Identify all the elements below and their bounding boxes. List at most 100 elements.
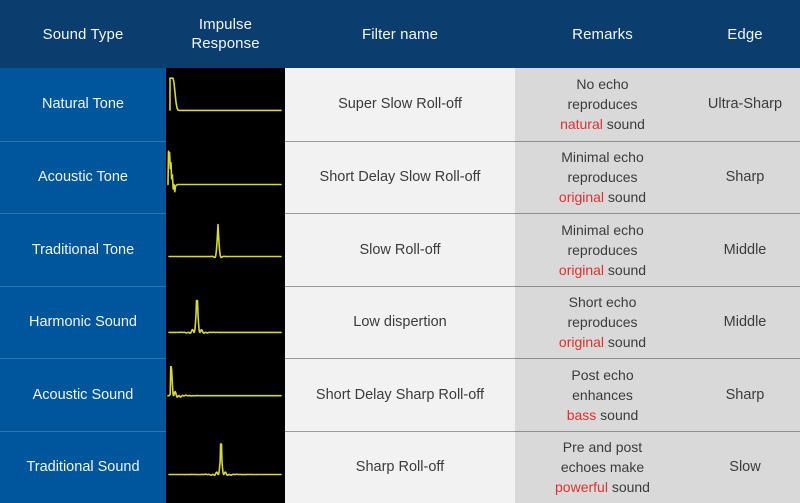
remarks-highlight-word: natural	[560, 116, 603, 133]
waveform-pre-and-post-ringing	[166, 431, 285, 503]
remarks-line: Minimal echo	[561, 221, 644, 238]
remarks-line: echoes make	[560, 459, 645, 476]
cell-remarks: Post echo enhances bass sound	[515, 358, 690, 431]
remarks-line: reproduces	[567, 241, 638, 258]
sound-type-label: Acoustic Tone	[37, 169, 128, 186]
cell-edge: Sharp	[690, 358, 800, 431]
cell-filter-name: Sharp Roll-off	[285, 430, 515, 503]
waveform-post-ringing-decay	[166, 358, 285, 431]
table-row: Traditional Tone Slow Roll-off Minimal ech…	[0, 213, 800, 286]
column-header-impulse-line1: Impulse	[198, 16, 253, 33]
remarks-line: reproduces	[567, 96, 638, 113]
remarks-line: reproduces	[567, 314, 638, 331]
edge-label: Sharp	[725, 169, 765, 186]
table-body: Natural Tone Super Slow Roll-off No echo re…	[0, 68, 800, 503]
remarks-highlight-line: natural sound	[560, 114, 645, 134]
cell-impulse-response	[166, 68, 285, 141]
waveform-short-ringing-both-sides	[166, 286, 285, 359]
remarks-highlight-suffix: sound	[602, 116, 645, 133]
filter-name-label: Slow Roll-off	[359, 241, 441, 258]
cell-edge: Slow	[690, 430, 800, 503]
table-row: Acoustic Tone Short Delay Slow Roll-off Mi…	[0, 140, 800, 214]
cell-remarks: Minimal echo reproduces original sound	[515, 213, 690, 286]
cell-sound-type: Harmonic Sound	[0, 285, 166, 358]
edge-label: Middle	[723, 314, 767, 331]
remarks-highlight-suffix: sound	[596, 406, 639, 423]
column-header-sound-type: Sound Type	[0, 0, 166, 68]
filter-name-label: Low dispertion	[353, 314, 447, 331]
remarks-highlight-word: powerful	[555, 479, 608, 496]
cell-edge: Sharp	[690, 140, 800, 213]
sound-type-label: Natural Tone	[42, 96, 124, 113]
column-header-remarks: Remarks	[515, 0, 690, 68]
cell-edge: Middle	[690, 213, 800, 286]
cell-remarks: Pre and post echoes make powerful sound	[515, 430, 690, 503]
waveform-centered-single-spike	[166, 213, 285, 286]
remarks-highlight-suffix: sound	[604, 334, 647, 351]
table-row: Traditional Sound Sharp Roll-off Pre and p…	[0, 430, 800, 503]
column-header-filter-name: Filter name	[285, 0, 515, 68]
column-header-filter-name-label: Filter name	[361, 25, 439, 43]
cell-impulse-response	[166, 285, 285, 359]
sound-type-label: Traditional Tone	[31, 241, 135, 258]
remarks-line: Minimal echo	[561, 149, 644, 166]
filter-name-label: Sharp Roll-off	[355, 459, 445, 476]
remarks-highlight-word: bass	[566, 406, 597, 423]
cell-filter-name: Short Delay Sharp Roll-off	[285, 358, 515, 431]
table-row: Harmonic Sound Low dispertion Short echo re…	[0, 285, 800, 359]
cell-impulse-response	[166, 358, 285, 431]
table-row: Natural Tone Super Slow Roll-off No echo re…	[0, 68, 800, 141]
column-header-edge-label: Edge	[727, 25, 763, 43]
cell-edge: Middle	[690, 285, 800, 358]
filter-comparison-table: Sound Type Impulse Response Filter name …	[0, 0, 800, 503]
table-header-row: Sound Type Impulse Response Filter name …	[0, 0, 800, 68]
cell-remarks: Short echo reproduces original sound	[515, 285, 690, 358]
cell-impulse-response	[166, 213, 285, 286]
column-header-sound-type-label: Sound Type	[42, 25, 124, 43]
remarks-line: Post echo	[571, 366, 634, 383]
sound-type-label: Traditional Sound	[26, 459, 140, 476]
cell-filter-name: Low dispertion	[285, 285, 515, 358]
remarks-line: Short echo	[568, 294, 637, 311]
remarks-highlight-suffix: sound	[607, 479, 650, 496]
cell-filter-name: Super Slow Roll-off	[285, 68, 515, 141]
cell-sound-type: Acoustic Tone	[0, 140, 166, 213]
remarks-highlight-line: bass sound	[567, 405, 639, 425]
table-row: Acoustic Sound Short Delay Sharp Roll-off…	[0, 358, 800, 431]
column-header-edge: Edge	[690, 0, 800, 68]
filter-name-label: Short Delay Sharp Roll-off	[315, 386, 485, 403]
sound-type-label: Acoustic Sound	[32, 386, 134, 403]
remarks-highlight-line: powerful sound	[555, 477, 650, 497]
waveform-leading-spike-flat-tail	[166, 141, 285, 214]
remarks-highlight-word: original	[558, 261, 605, 278]
remarks-line: Pre and post	[562, 439, 643, 456]
edge-label: Ultra-Sharp	[707, 96, 783, 113]
sound-type-label: Harmonic Sound	[29, 314, 137, 331]
remarks-highlight-word: original	[558, 189, 605, 206]
remarks-line: reproduces	[567, 169, 638, 186]
column-header-impulse-response: Impulse Response	[166, 0, 285, 68]
cell-remarks: No echo reproduces natural sound	[515, 68, 690, 141]
cell-edge: Ultra-Sharp	[690, 68, 800, 141]
cell-sound-type: Traditional Tone	[0, 213, 166, 286]
cell-sound-type: Acoustic Sound	[0, 358, 166, 431]
cell-remarks: Minimal echo reproduces original sound	[515, 140, 690, 213]
remarks-highlight-line: original sound	[559, 260, 646, 280]
cell-impulse-response	[166, 430, 285, 503]
remarks-highlight-line: original sound	[559, 332, 646, 352]
cell-filter-name: Short Delay Slow Roll-off	[285, 140, 515, 213]
remarks-highlight-suffix: sound	[604, 189, 647, 206]
edge-label: Middle	[723, 241, 767, 258]
column-header-remarks-label: Remarks	[572, 25, 633, 43]
filter-name-label: Super Slow Roll-off	[338, 96, 462, 113]
remarks-highlight-line: original sound	[559, 187, 646, 207]
waveform-step-decay-no-ringing	[166, 68, 285, 141]
remarks-line: enhances	[572, 386, 633, 403]
cell-filter-name: Slow Roll-off	[285, 213, 515, 286]
cell-sound-type: Natural Tone	[0, 68, 166, 141]
cell-impulse-response	[166, 140, 285, 214]
column-header-impulse-line2: Response	[191, 35, 260, 52]
filter-name-label: Short Delay Slow Roll-off	[319, 169, 481, 186]
cell-sound-type: Traditional Sound	[0, 430, 166, 503]
edge-label: Slow	[729, 459, 761, 476]
